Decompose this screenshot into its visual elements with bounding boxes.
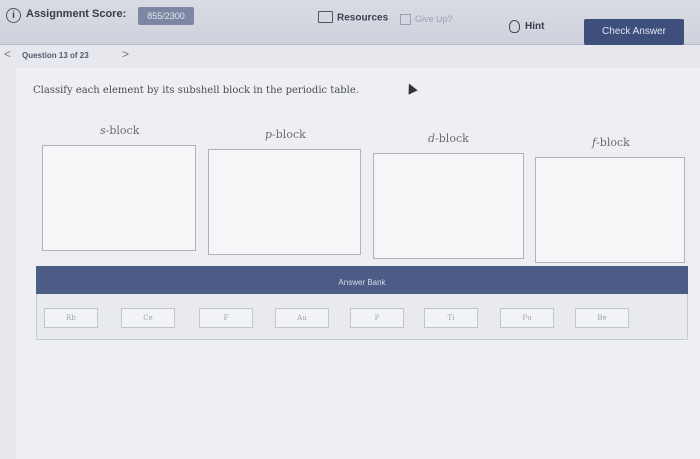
answer-chip-ti[interactable]: Ti xyxy=(424,308,478,328)
answer-chip-rb[interactable]: Rb xyxy=(44,308,98,328)
top-toolbar: i Assignment Score: 855/2300 Resources G… xyxy=(0,0,700,45)
answer-chip-ce[interactable]: Ce xyxy=(121,308,175,328)
hint-label: Hint xyxy=(525,21,545,33)
f-block-label: f-block xyxy=(592,136,630,149)
next-question-icon[interactable]: > xyxy=(122,47,129,61)
folder-icon xyxy=(318,11,333,23)
s-block-label: s-block xyxy=(100,124,140,137)
info-icon[interactable]: i xyxy=(6,8,21,23)
flag-icon xyxy=(400,14,411,26)
f-block-dropzone[interactable] xyxy=(535,157,685,263)
answer-chip-au[interactable]: Au xyxy=(275,308,329,328)
assignment-score-value: 855/2300 xyxy=(138,7,194,25)
answer-chip-pu[interactable]: Pu xyxy=(500,308,554,328)
resources-label: Resources xyxy=(337,12,389,24)
answer-chip-f[interactable]: F xyxy=(199,308,253,328)
assignment-score-label: Assignment Score: xyxy=(26,8,127,20)
hint-button[interactable]: Hint xyxy=(509,20,544,33)
resources-button[interactable]: Resources xyxy=(318,11,389,24)
question-position: Question 13 of 23 xyxy=(22,51,89,60)
answer-chip-be[interactable]: Be xyxy=(575,308,629,328)
lightbulb-icon xyxy=(509,20,520,33)
give-up-label: Give Up? xyxy=(415,14,453,24)
answer-bank-header: Answer Bank xyxy=(36,266,688,294)
previous-question-icon[interactable]: < xyxy=(4,47,11,61)
p-block-dropzone[interactable] xyxy=(208,149,361,255)
answer-chip-p[interactable]: P xyxy=(350,308,404,328)
d-block-dropzone[interactable] xyxy=(373,153,524,259)
s-block-dropzone[interactable] xyxy=(42,145,196,251)
d-block-label: d-block xyxy=(428,132,469,145)
question-prompt: Classify each element by its subshell bl… xyxy=(33,85,359,96)
p-block-label: p-block xyxy=(265,128,306,141)
check-answer-button[interactable]: Check Answer xyxy=(584,19,684,45)
give-up-button[interactable]: Give Up? xyxy=(400,14,453,26)
